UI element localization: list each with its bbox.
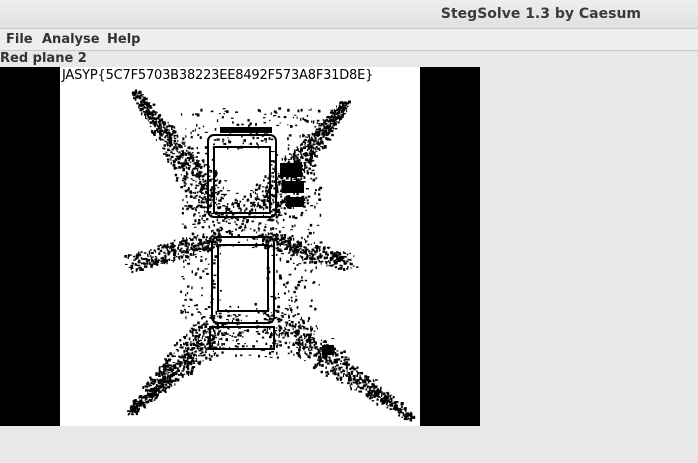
menu-file[interactable]: File <box>6 32 33 47</box>
bitplane-image: JASYP{5C7F5703B38223EE8492F573A8F31D8E} <box>60 67 420 426</box>
menu-bar: File Analyse Help <box>0 29 698 51</box>
window-title: StegSolve 1.3 by Caesum <box>440 6 641 22</box>
menu-analyse[interactable]: Analyse <box>42 32 100 47</box>
hidden-flag-text: JASYP{5C7F5703B38223EE8492F573A8F31D8E} <box>62 68 374 83</box>
title-bar: StegSolve 1.3 by Caesum <box>0 0 698 29</box>
bitplane-noise-graphic <box>124 89 416 422</box>
image-viewer: JASYP{5C7F5703B38223EE8492F573A8F31D8E} <box>0 67 480 426</box>
menu-help[interactable]: Help <box>107 32 140 47</box>
plane-label: Red plane 2 <box>0 51 87 66</box>
